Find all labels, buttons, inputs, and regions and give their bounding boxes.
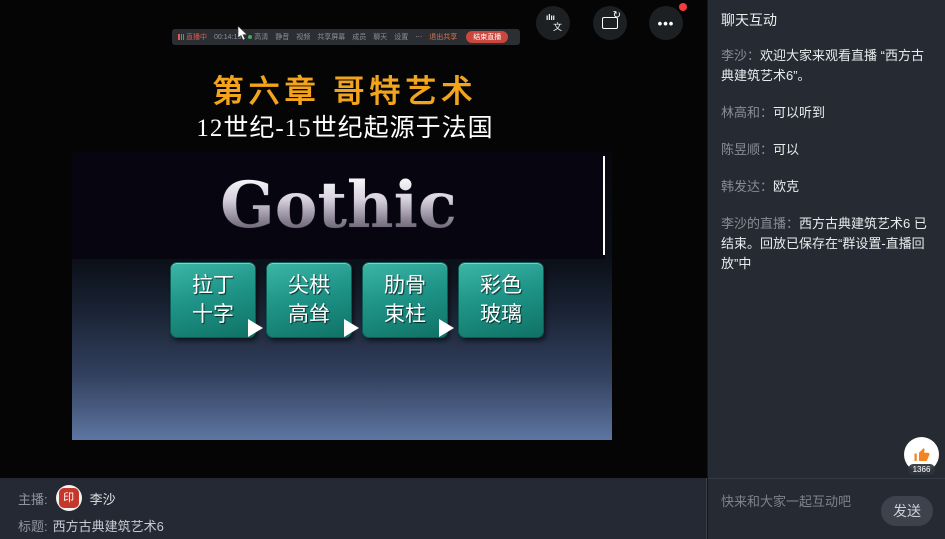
chat-message-sender: 陈昱顺： [721, 142, 773, 157]
toolbar-item[interactable]: 设置 [394, 32, 408, 42]
host-info-bar: 主播: 李沙 标题: 西方古典建筑艺术6 [0, 478, 707, 539]
slide-image: Gothic 拉丁 十字 尖栱 高耸 肋骨 [72, 152, 612, 440]
send-button[interactable]: 发送 [881, 496, 933, 526]
chat-message-sender: 李沙： [721, 48, 760, 63]
flow-box: 肋骨 束柱 [362, 262, 448, 338]
stream-title-label: 标题: [18, 516, 48, 535]
gothic-banner: Gothic [72, 152, 605, 259]
flow-box-line2: 束柱 [384, 300, 426, 329]
host-name: 李沙 [90, 489, 116, 508]
flow-box: 彩色 玻璃 [458, 262, 544, 338]
chat-message-list: 李沙：欢迎大家来观看直播 “西方古典建筑艺术6”。 林高和：可以听到 陈昱顺：可… [721, 46, 933, 291]
rotate-screen-icon: ↻ [602, 17, 618, 29]
voice-to-text-button[interactable]: ılıı 文 [536, 6, 570, 40]
toolbar-item[interactable]: 成员 [352, 32, 366, 42]
chat-input-bar: 发送 [708, 478, 945, 539]
ellipsis-icon: ••• [658, 16, 675, 31]
flow-box-line2: 玻璃 [480, 300, 522, 329]
flow-box: 拉丁 十字 [170, 262, 256, 338]
chat-message-sender: 韩发达： [721, 179, 773, 194]
toolbar-item[interactable]: 聊天 [373, 32, 387, 42]
toolbar-item[interactable]: 共享屏幕 [317, 32, 345, 42]
flow-box: 尖栱 高耸 [266, 262, 352, 338]
flow-box-line1: 尖栱 [288, 271, 330, 300]
chat-message: 林高和：可以听到 [721, 103, 933, 123]
stream-title-row: 标题: 西方古典建筑艺术6 [18, 516, 164, 535]
host-row: 主播: 李沙 [18, 485, 116, 511]
app-window: 直播中 00:14:13 高清 静音 视频 共享屏幕 成员 聊天 设置 ⋯ 退出… [0, 0, 945, 539]
toolbar-item[interactable]: 结束直播 [466, 31, 508, 43]
host-label: 主播: [18, 489, 48, 508]
chat-message-text: 可以 [773, 142, 799, 157]
rotate-screen-button[interactable]: ↻ [593, 6, 627, 40]
stream-title-value: 西方古典建筑艺术6 [53, 516, 164, 535]
thumbs-up-icon [913, 446, 931, 464]
slide-subtitle: 12世纪-15世纪起源于法国 [0, 108, 690, 144]
slide-chapter-title: 第六章 哥特艺术 [0, 66, 690, 111]
toolbar-item[interactable]: 静音 [275, 32, 289, 42]
video-area: 直播中 00:14:13 高清 静音 视频 共享屏幕 成员 聊天 设置 ⋯ 退出… [0, 0, 707, 478]
toolbar-item[interactable]: 视频 [296, 32, 310, 42]
like-button[interactable]: 1366 [904, 437, 939, 472]
flow-box-line1: 肋骨 [384, 271, 426, 300]
toolbar-item[interactable]: 高清 [248, 32, 268, 42]
chat-message: 韩发达：欧克 [721, 177, 933, 197]
mouse-cursor-icon [237, 26, 248, 41]
host-avatar [56, 485, 82, 511]
toolbar-item[interactable]: 退出共享 [429, 32, 457, 42]
more-options-button[interactable]: ••• [649, 6, 683, 40]
flow-box-line1: 拉丁 [192, 271, 234, 300]
flow-box-line2: 高耸 [288, 300, 330, 329]
flow-arrow-icon [344, 319, 359, 337]
chat-panel: 聊天互动 李沙：欢迎大家来观看直播 “西方古典建筑艺术6”。 林高和：可以听到 … [707, 0, 945, 539]
gothic-title-text: Gothic [220, 174, 457, 238]
chat-message: 李沙的直播：西方古典建筑艺术6 已结束。回放已保存在“群设置-直播回放”中 [721, 214, 933, 274]
flow-arrow-icon [248, 319, 263, 337]
text-cursor [603, 156, 605, 255]
voice-to-text-icon: ılıı 文 [544, 14, 562, 32]
chat-panel-title: 聊天互动 [721, 10, 777, 30]
flow-box-line1: 彩色 [480, 271, 522, 300]
chat-input[interactable] [721, 491, 871, 511]
chat-message-sender: 林高和： [721, 105, 773, 120]
shared-screen-toolbar: 直播中 00:14:13 高清 静音 视频 共享屏幕 成员 聊天 设置 ⋯ 退出… [172, 29, 520, 45]
chat-message: 李沙：欢迎大家来观看直播 “西方古典建筑艺术6”。 [721, 46, 933, 86]
toolbar-item[interactable]: 直播中 [178, 32, 207, 42]
toolbar-item[interactable]: ⋯ [415, 33, 422, 41]
notification-dot [679, 3, 687, 11]
chat-message-text: 欧克 [773, 179, 799, 194]
chat-message-sender: 李沙的直播： [721, 216, 799, 231]
chat-message-text: 可以听到 [773, 105, 825, 120]
chat-message: 陈昱顺：可以 [721, 140, 933, 160]
flow-box-line2: 十字 [192, 300, 234, 329]
flow-arrow-icon [439, 319, 454, 337]
like-count-badge: 1366 [908, 464, 936, 475]
